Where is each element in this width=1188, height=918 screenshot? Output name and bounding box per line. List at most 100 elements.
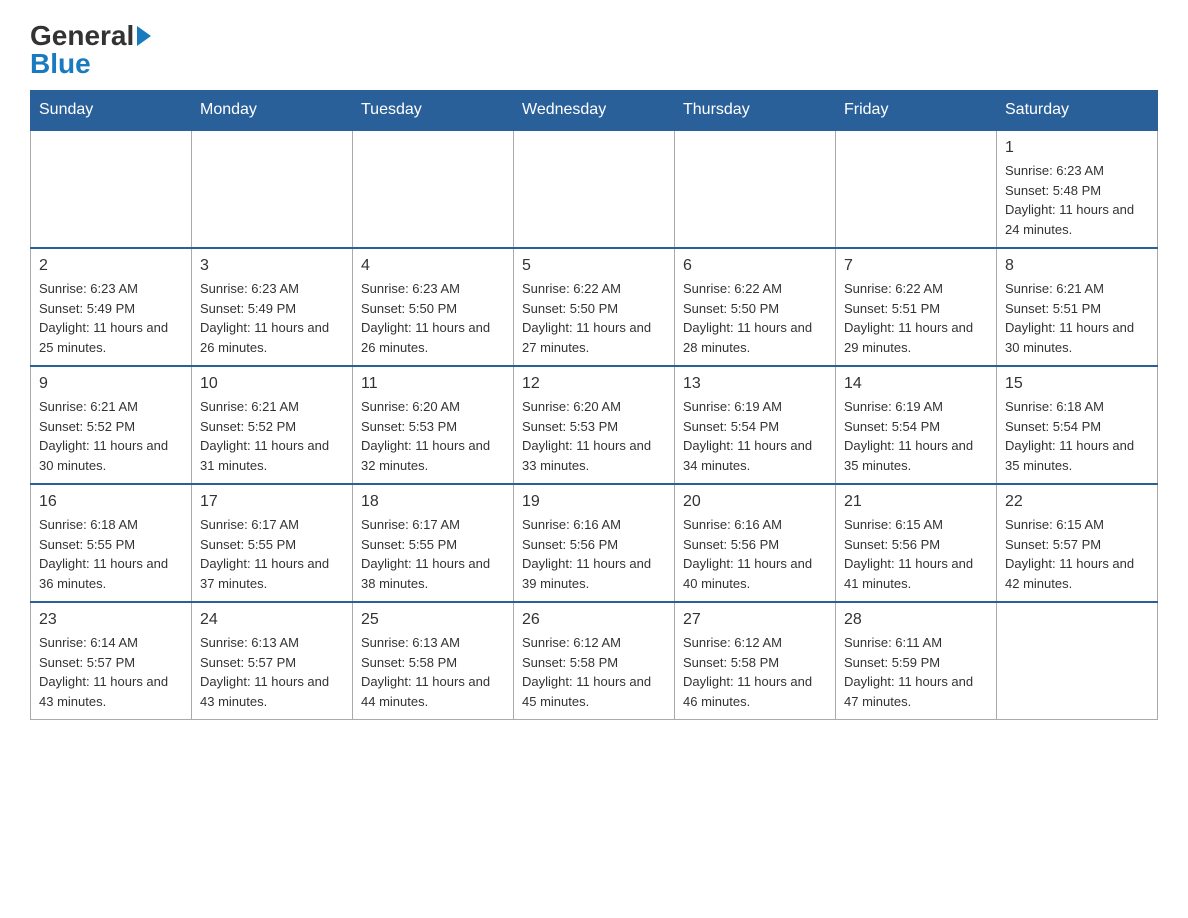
day-number: 2 (39, 257, 183, 275)
day-number: 17 (200, 493, 344, 511)
calendar-week-row: 9 Sunrise: 6:21 AM Sunset: 5:52 PM Daylig… (31, 366, 1158, 484)
calendar-cell (31, 130, 192, 248)
calendar-header-monday: Monday (192, 91, 353, 131)
calendar-cell: 14Sunrise: 6:19 AM Sunset: 5:54 PM Dayli… (836, 366, 997, 484)
day-number: 10 (200, 375, 344, 393)
day-info: Sunrise: 6:23 AM Sunset: 5:49 PM Dayligh… (39, 279, 183, 357)
calendar-cell: 11 Sunrise: 6:20 AM Sunset: 5:53 PM Dayli… (353, 366, 514, 484)
day-info: Sunrise: 6:22 AM Sunset: 5:50 PM Dayligh… (683, 279, 827, 357)
day-number: 12 (522, 375, 666, 393)
day-number: 21 (844, 493, 988, 511)
day-info: Sunrise: 6:11 AM Sunset: 5:59 PM Dayligh… (844, 633, 988, 711)
calendar-cell: 15 Sunrise: 6:18 AM Sunset: 5:54 PM Dayli… (997, 366, 1158, 484)
day-number: 15 (1005, 375, 1149, 393)
day-info: Sunrise: 6:17 AM Sunset: 5:55 PM Dayligh… (200, 515, 344, 593)
calendar-header-sunday: Sunday (31, 91, 192, 131)
day-info: Sunrise: 6:17 AM Sunset: 5:55 PM Dayligh… (361, 515, 505, 593)
calendar-cell: 3Sunrise: 6:23 AM Sunset: 5:49 PM Daylig… (192, 248, 353, 366)
calendar-cell: 25Sunrise: 6:13 AM Sunset: 5:58 PM Dayli… (353, 602, 514, 720)
day-info: Sunrise: 6:22 AM Sunset: 5:51 PM Dayligh… (844, 279, 988, 357)
calendar-cell: 4 Sunrise: 6:23 AM Sunset: 5:50 PM Daylig… (353, 248, 514, 366)
day-info: Sunrise: 6:21 AM Sunset: 5:52 PM Dayligh… (39, 397, 183, 475)
day-info: Sunrise: 6:14 AM Sunset: 5:57 PM Dayligh… (39, 633, 183, 711)
day-info: Sunrise: 6:16 AM Sunset: 5:56 PM Dayligh… (522, 515, 666, 593)
calendar-cell: 5 Sunrise: 6:22 AM Sunset: 5:50 PM Daylig… (514, 248, 675, 366)
calendar-cell: 20 Sunrise: 6:16 AM Sunset: 5:56 PM Dayli… (675, 484, 836, 602)
calendar-cell (997, 602, 1158, 720)
calendar-cell: 21 Sunrise: 6:15 AM Sunset: 5:56 PM Dayli… (836, 484, 997, 602)
calendar-cell: 10 Sunrise: 6:21 AM Sunset: 5:52 PM Dayli… (192, 366, 353, 484)
day-info: Sunrise: 6:13 AM Sunset: 5:57 PM Dayligh… (200, 633, 344, 711)
calendar-week-row: 16 Sunrise: 6:18 AM Sunset: 5:55 PM Dayli… (31, 484, 1158, 602)
calendar-cell (192, 130, 353, 248)
day-number: 13 (683, 375, 827, 393)
calendar-week-row: 1 Sunrise: 6:23 AM Sunset: 5:48 PM Daylig… (31, 130, 1158, 248)
calendar-cell: 8 Sunrise: 6:21 AM Sunset: 5:51 PM Daylig… (997, 248, 1158, 366)
day-info: Sunrise: 6:22 AM Sunset: 5:50 PM Dayligh… (522, 279, 666, 357)
day-number: 5 (522, 257, 666, 275)
calendar-cell (514, 130, 675, 248)
day-info: Sunrise: 6:15 AM Sunset: 5:56 PM Dayligh… (844, 515, 988, 593)
day-number: 6 (683, 257, 827, 275)
calendar-header-saturday: Saturday (997, 91, 1158, 131)
day-number: 3 (200, 257, 344, 275)
day-number: 14 (844, 375, 988, 393)
calendar-cell: 7 Sunrise: 6:22 AM Sunset: 5:51 PM Daylig… (836, 248, 997, 366)
day-number: 4 (361, 257, 505, 275)
day-info: Sunrise: 6:12 AM Sunset: 5:58 PM Dayligh… (522, 633, 666, 711)
day-info: Sunrise: 6:20 AM Sunset: 5:53 PM Dayligh… (361, 397, 505, 475)
calendar-cell: 24Sunrise: 6:13 AM Sunset: 5:57 PM Dayli… (192, 602, 353, 720)
day-info: Sunrise: 6:23 AM Sunset: 5:50 PM Dayligh… (361, 279, 505, 357)
calendar-header-thursday: Thursday (675, 91, 836, 131)
calendar-header-friday: Friday (836, 91, 997, 131)
day-info: Sunrise: 6:16 AM Sunset: 5:56 PM Dayligh… (683, 515, 827, 593)
calendar-cell (836, 130, 997, 248)
day-number: 18 (361, 493, 505, 511)
day-info: Sunrise: 6:20 AM Sunset: 5:53 PM Dayligh… (522, 397, 666, 475)
day-number: 23 (39, 611, 183, 629)
calendar-cell: 23 Sunrise: 6:14 AM Sunset: 5:57 PM Dayli… (31, 602, 192, 720)
day-number: 1 (1005, 139, 1149, 157)
day-info: Sunrise: 6:15 AM Sunset: 5:57 PM Dayligh… (1005, 515, 1149, 593)
calendar-cell: 27 Sunrise: 6:12 AM Sunset: 5:58 PM Dayli… (675, 602, 836, 720)
day-info: Sunrise: 6:12 AM Sunset: 5:58 PM Dayligh… (683, 633, 827, 711)
calendar-cell: 2 Sunrise: 6:23 AM Sunset: 5:49 PM Daylig… (31, 248, 192, 366)
day-info: Sunrise: 6:21 AM Sunset: 5:52 PM Dayligh… (200, 397, 344, 475)
day-number: 25 (361, 611, 505, 629)
calendar-cell: 18 Sunrise: 6:17 AM Sunset: 5:55 PM Dayli… (353, 484, 514, 602)
day-number: 7 (844, 257, 988, 275)
day-info: Sunrise: 6:18 AM Sunset: 5:55 PM Dayligh… (39, 515, 183, 593)
page-header: General Blue (30, 20, 1158, 80)
day-number: 8 (1005, 257, 1149, 275)
day-info: Sunrise: 6:19 AM Sunset: 5:54 PM Dayligh… (683, 397, 827, 475)
day-number: 16 (39, 493, 183, 511)
calendar-cell: 17 Sunrise: 6:17 AM Sunset: 5:55 PM Dayli… (192, 484, 353, 602)
calendar-cell: 16 Sunrise: 6:18 AM Sunset: 5:55 PM Dayli… (31, 484, 192, 602)
day-number: 20 (683, 493, 827, 511)
logo-blue-text: Blue (30, 48, 91, 80)
calendar-cell: 12 Sunrise: 6:20 AM Sunset: 5:53 PM Dayli… (514, 366, 675, 484)
day-number: 26 (522, 611, 666, 629)
calendar-cell: 6 Sunrise: 6:22 AM Sunset: 5:50 PM Daylig… (675, 248, 836, 366)
day-number: 28 (844, 611, 988, 629)
day-info: Sunrise: 6:21 AM Sunset: 5:51 PM Dayligh… (1005, 279, 1149, 357)
calendar-cell: 1 Sunrise: 6:23 AM Sunset: 5:48 PM Daylig… (997, 130, 1158, 248)
calendar-header-tuesday: Tuesday (353, 91, 514, 131)
calendar-week-row: 23 Sunrise: 6:14 AM Sunset: 5:57 PM Dayli… (31, 602, 1158, 720)
calendar-header-wednesday: Wednesday (514, 91, 675, 131)
calendar-cell: 13 Sunrise: 6:19 AM Sunset: 5:54 PM Dayli… (675, 366, 836, 484)
day-number: 22 (1005, 493, 1149, 511)
calendar-cell (675, 130, 836, 248)
day-info: Sunrise: 6:18 AM Sunset: 5:54 PM Dayligh… (1005, 397, 1149, 475)
day-number: 11 (361, 375, 505, 393)
day-number: 9 (39, 375, 183, 393)
day-number: 27 (683, 611, 827, 629)
calendar-week-row: 2 Sunrise: 6:23 AM Sunset: 5:49 PM Daylig… (31, 248, 1158, 366)
calendar-cell: 22 Sunrise: 6:15 AM Sunset: 5:57 PM Dayli… (997, 484, 1158, 602)
calendar-cell: 9 Sunrise: 6:21 AM Sunset: 5:52 PM Daylig… (31, 366, 192, 484)
day-info: Sunrise: 6:23 AM Sunset: 5:48 PM Dayligh… (1005, 161, 1149, 239)
calendar-cell: 28 Sunrise: 6:11 AM Sunset: 5:59 PM Dayli… (836, 602, 997, 720)
calendar-cell: 19Sunrise: 6:16 AM Sunset: 5:56 PM Dayli… (514, 484, 675, 602)
calendar-cell (353, 130, 514, 248)
logo-arrow-icon (137, 26, 151, 46)
